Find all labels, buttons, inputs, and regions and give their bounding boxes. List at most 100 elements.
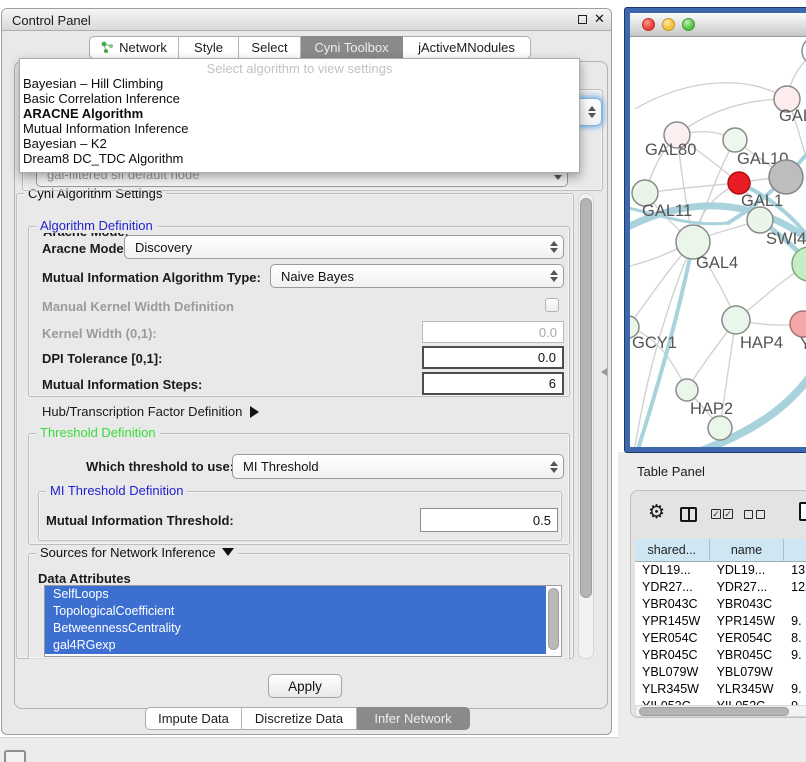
tab-network[interactable]: Network [89,36,179,59]
table-row[interactable]: YBR043CYBR043C [635,596,806,613]
control-panel-titlebar[interactable]: Control Panel ✕ [2,9,611,31]
table-row[interactable]: YPR145WYPR145W9. [635,613,806,630]
data-attributes-label: Data Attributes [38,571,131,586]
table-row[interactable]: YIL052CYIL052C9. [635,698,806,705]
which-threshold-select[interactable]: MI Threshold [232,454,564,479]
tab-style[interactable]: Style [179,36,239,59]
tab-infer-network[interactable]: Infer Network [357,707,470,730]
mi-steps-field[interactable]: 6 [422,372,564,395]
data-attributes-list[interactable]: SelfLoopsTopologicalCoefficientBetweenne… [44,585,562,657]
column-header[interactable]: shared... [635,539,710,562]
algorithm-option[interactable]: Mutual Information Inference [20,121,579,136]
tab-impute-data[interactable]: Impute Data [145,707,242,730]
show-columns-icon[interactable]: ✓✓ [711,509,733,524]
splitter-collapse-icon[interactable] [601,368,607,376]
table-cell: YER054C [710,630,785,647]
close-window-icon[interactable] [642,18,655,31]
attribute-items: SelfLoopsTopologicalCoefficientBetweenne… [45,586,546,654]
network-window-titlebar[interactable] [630,13,806,37]
control-panel-window: Control Panel ✕ Network Style Select [1,8,612,735]
table-row[interactable]: YLR345WYLR345W9. [635,681,806,698]
apply-button[interactable]: Apply [268,674,342,698]
dpi-tolerance-value: 0.0 [538,350,562,365]
network-node[interactable] [708,416,732,440]
mi-type-select[interactable]: Naive Bayes [270,264,564,288]
tab-discretize-data[interactable]: Discretize Data [242,707,357,730]
network-node[interactable] [728,172,750,194]
sources-title-row[interactable]: Sources for Network Inference [36,546,238,560]
attribute-list-item[interactable]: SelfLoops [45,586,546,603]
algorithm-option[interactable]: Bayesian – Hill Climbing [20,76,579,91]
network-view-window: GALGAL80GAL10GAL1GAL11SWI4GAL4GCY1HAP4YH… [625,8,806,452]
algorithm-option[interactable]: ARACNE Algorithm [20,106,579,121]
table-row[interactable]: YDR27...YDR27...12 [635,579,806,596]
network-canvas[interactable]: GALGAL80GAL10GAL1GAL11SWI4GAL4GCY1HAP4YH… [630,37,806,447]
tab-label: Discretize Data [255,711,343,726]
tab-label: jActiveMNodules [418,40,515,55]
tab-select[interactable]: Select [239,36,301,59]
threshold-definition-title: Threshold Definition [36,426,160,440]
column-header[interactable]: name [710,539,785,562]
maximize-window-icon[interactable] [682,18,695,31]
tab-cyni-toolbox[interactable]: Cyni Toolbox [301,36,403,59]
manual-kernel-checkbox[interactable] [545,298,559,312]
algorithm-dropdown-popup: Select algorithm to view settings Bayesi… [19,58,580,173]
minimize-window-icon[interactable] [662,18,675,31]
network-node[interactable] [790,311,806,337]
aracne-mode-select[interactable]: Discovery [124,235,564,259]
list-scrollbar-thumb[interactable] [548,588,559,650]
settings-scrollbar[interactable] [578,193,594,659]
network-node[interactable] [723,128,747,152]
new-table-icon[interactable] [799,502,806,521]
kernel-width-field[interactable]: 0.0 [422,321,564,343]
network-node[interactable] [676,379,698,401]
network-node-label: HAP4 [740,334,783,352]
network-node[interactable] [792,247,806,281]
table-hscrollbar-thumb[interactable] [639,707,789,716]
network-node-label: HAP2 [690,400,733,418]
algorithm-option[interactable]: Bayesian – K2 [20,136,579,151]
combo-arrows-icon [545,270,563,282]
tab-label: Impute Data [158,711,229,726]
partial-taskbar-icon[interactable] [4,750,26,762]
column-header[interactable] [784,539,806,562]
dropdown-placeholder: Select algorithm to view settings [20,61,579,76]
table-cell: 8. [784,630,806,647]
mi-type-label: Mutual Information Algorithm Type: [42,270,261,285]
combo-arrows-icon [545,241,563,253]
gear-icon[interactable]: ⚙ [648,503,665,522]
tab-label: Select [251,40,287,55]
algorithm-option[interactable]: Dream8 DC_TDC Algorithm [20,151,579,166]
dpi-tolerance-field[interactable]: 0.0 [422,346,564,369]
attribute-list-item[interactable]: BetweennessCentrality [45,620,546,637]
network-node[interactable] [769,160,803,194]
table-hscrollbar[interactable] [635,705,806,717]
table-row[interactable]: YBL079WYBL079W [635,664,806,681]
float-window-icon[interactable] [578,15,587,24]
settings-scrollbar-thumb[interactable] [580,198,592,598]
combo-arrows-icon [583,106,601,118]
tab-label: Network [119,40,167,55]
tab-jactivemnodules[interactable]: jActiveMNodules [403,36,531,59]
table-cell: 9. [784,613,806,630]
mi-threshold-field[interactable]: 0.5 [420,508,558,532]
screenshot-root: Control Panel ✕ Network Style Select [0,0,806,762]
network-node[interactable] [802,37,806,65]
split-columns-icon[interactable] [680,507,697,522]
hide-columns-icon[interactable] [744,510,765,525]
table-cell: YDR27... [635,579,710,596]
table-row[interactable]: YDL19...YDL19...13 [635,562,806,579]
attribute-list-item[interactable]: gal4RGexp [45,637,546,654]
hub-definition-toggle[interactable]: Hub/Transcription Factor Definition [42,404,259,419]
table-row[interactable]: YER054CYER054C8. [635,630,806,647]
aracne-mode-label2: Aracne Mode: [42,241,128,256]
network-node[interactable] [722,306,750,334]
attribute-list-item[interactable]: TopologicalCoefficient [45,603,546,620]
close-panel-icon[interactable]: ✕ [594,11,605,27]
table-row[interactable]: YBR045CYBR045C9. [635,647,806,664]
algorithm-option[interactable]: Basic Correlation Inference [20,91,579,106]
network-node-label: GAL [779,107,806,125]
node-table: shared... name YDL19...YDL19...13YDR27..… [635,539,806,705]
checked-box-icon: ✓ [711,509,721,519]
tab-label: Style [194,40,223,55]
